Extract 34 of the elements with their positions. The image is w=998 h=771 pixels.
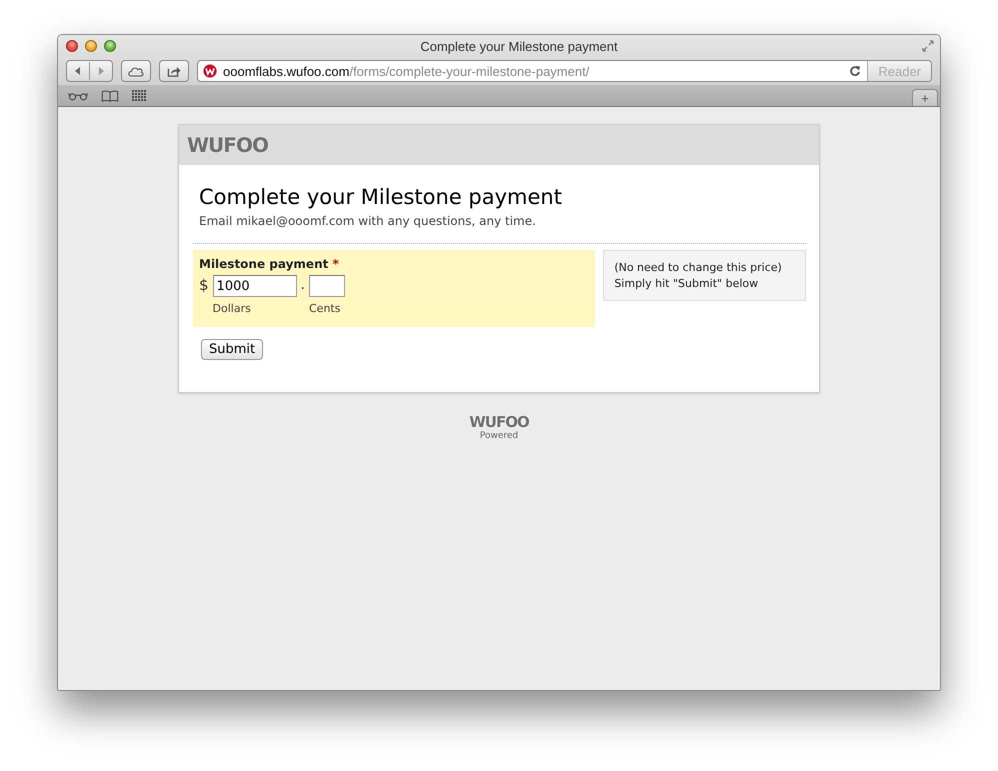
dollars-label: Dollars bbox=[212, 302, 252, 315]
close-button[interactable] bbox=[66, 40, 78, 52]
currency-sign: $ bbox=[199, 275, 209, 294]
fullscreen-icon[interactable] bbox=[922, 40, 934, 52]
decimal-point: . bbox=[300, 276, 305, 293]
minimize-button[interactable] bbox=[85, 40, 97, 52]
wufoo-logo[interactable]: WUFOO bbox=[187, 133, 268, 157]
cents-label: Cents bbox=[309, 302, 342, 315]
forward-icon bbox=[96, 66, 106, 76]
site-icon bbox=[203, 64, 217, 78]
back-forward-buttons[interactable] bbox=[66, 60, 113, 82]
required-mark: * bbox=[332, 257, 339, 271]
back-icon bbox=[73, 66, 83, 76]
cloud-icon bbox=[127, 64, 145, 78]
share-button[interactable] bbox=[159, 60, 189, 82]
share-icon bbox=[165, 64, 183, 78]
url-text: ooomflabs.wufoo.com/forms/complete-your-milestone-payment/ bbox=[223, 64, 590, 78]
grid-icon[interactable] bbox=[132, 90, 146, 102]
powered-caption: Powered bbox=[480, 431, 518, 441]
field-label: Milestone payment bbox=[199, 257, 328, 271]
new-tab-button[interactable]: + bbox=[912, 89, 938, 106]
cloud-button[interactable] bbox=[121, 60, 151, 82]
wufoo-logo[interactable]: WUFOO bbox=[469, 413, 529, 431]
book-icon[interactable] bbox=[100, 90, 120, 102]
form-title: Complete your Milestone payment bbox=[199, 185, 563, 209]
submit-button[interactable]: Submit bbox=[201, 339, 264, 360]
reload-icon[interactable] bbox=[849, 65, 862, 77]
window-title: Complete your Milestone payment bbox=[419, 38, 619, 54]
instruction-text: Simply hit "Submit" below bbox=[614, 277, 760, 290]
form-description: Email mikael@ooomf.com with any questions, any time. bbox=[199, 214, 537, 228]
dollars-field[interactable]: 1000 bbox=[212, 275, 297, 297]
cents-field[interactable] bbox=[309, 275, 345, 297]
zoom-button[interactable] bbox=[104, 40, 116, 52]
instruction-text: (No need to change this price) bbox=[614, 261, 783, 274]
